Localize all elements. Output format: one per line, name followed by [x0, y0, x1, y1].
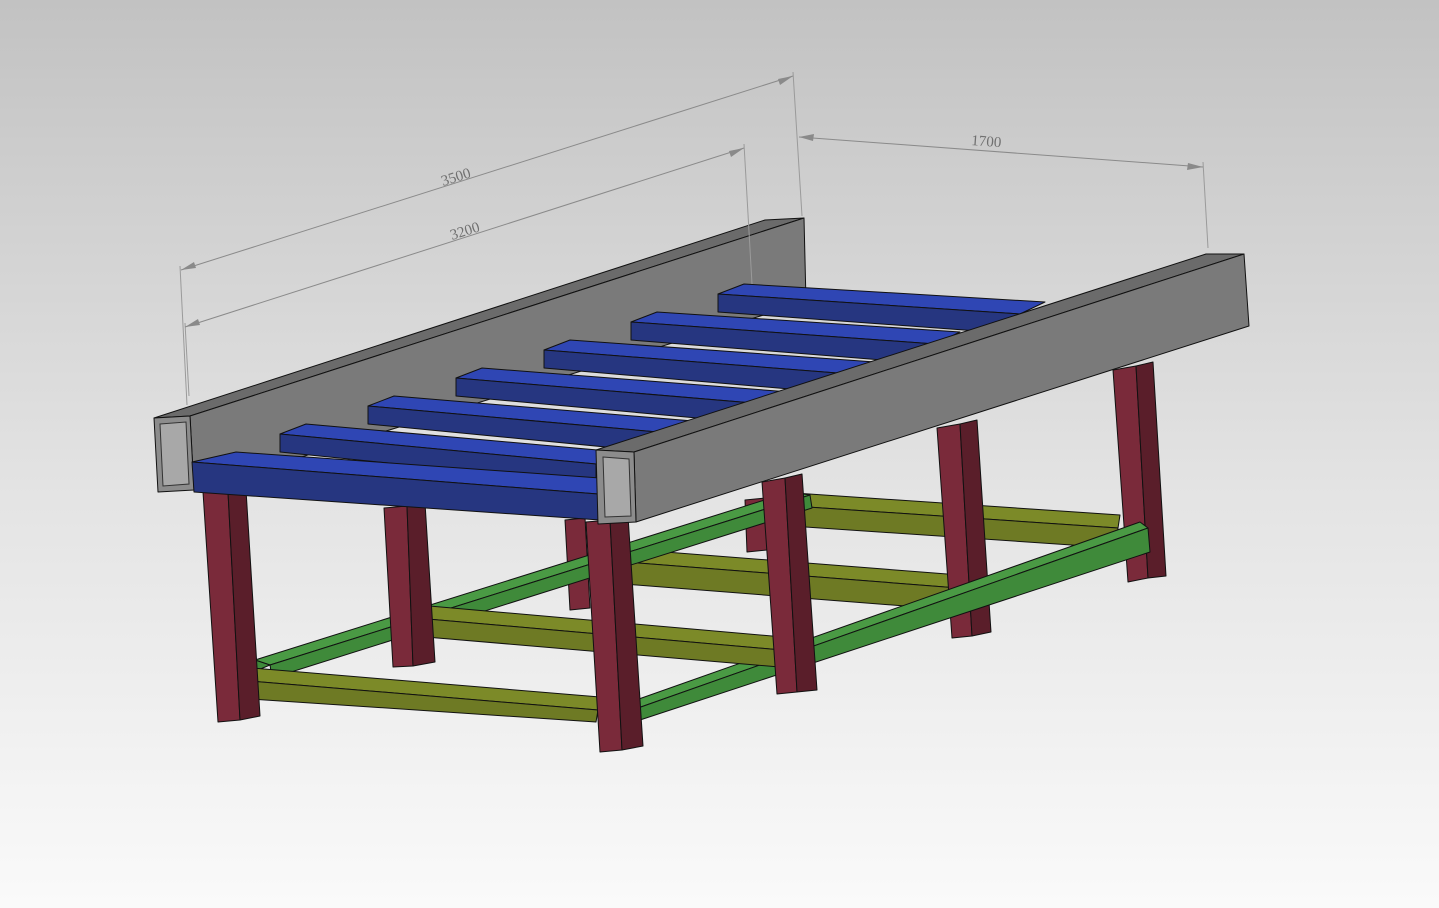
dimension-label-3200: 3200	[448, 220, 481, 244]
dimension-overall-width[interactable]: 1700	[798, 133, 1209, 249]
model-view: 3500 3200 1700	[153, 71, 1250, 753]
dimension-label-3500: 3500	[439, 166, 472, 190]
short-stretcher-front[interactable]	[235, 666, 601, 723]
dimension-label-1700: 1700	[971, 133, 1002, 151]
leg-front-mid-left[interactable]	[383, 502, 436, 668]
cad-viewport[interactable]: 3500 3200 1700	[0, 0, 1439, 908]
long-stretcher-right[interactable]	[635, 521, 1151, 721]
leg-front-left[interactable]	[202, 489, 261, 723]
